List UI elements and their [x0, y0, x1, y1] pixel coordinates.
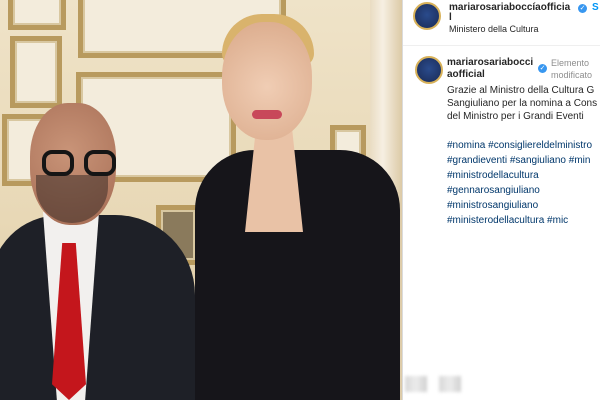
woman-lips [252, 110, 282, 119]
hashtag-line[interactable]: #ministrodellacultura [447, 168, 600, 183]
post-caption: Grazie al Ministro della Cultura G Sangi… [447, 85, 598, 122]
verified-badge-icon: ✓ [578, 4, 587, 13]
wall-frame-3 [10, 36, 62, 108]
wall-frame-1 [8, 0, 66, 30]
follow-button[interactable]: S [592, 2, 599, 13]
post-username-cont[interactable]: l [449, 12, 452, 23]
hashtag-line[interactable]: #ministrosangiuliano [447, 198, 600, 213]
hashtag-line[interactable]: #grandieventi #sangiuliano #min [447, 153, 600, 168]
woman-head [222, 22, 312, 140]
hashtag-line[interactable]: #gennarosangiuliano [447, 183, 600, 198]
profile-avatar[interactable] [413, 2, 441, 30]
man-suit [0, 215, 195, 400]
glasses [42, 150, 120, 178]
comment-avatar[interactable] [415, 56, 443, 84]
post-photo[interactable] [0, 0, 402, 400]
post-username[interactable]: mariarosariaboccíaofficia [449, 2, 570, 13]
hashtag-line[interactable]: #nomina #consigliereldelministro [447, 138, 600, 153]
comment-username[interactable]: mariarosariabocci aofficial [447, 57, 539, 81]
blurred-emoji-bar [405, 372, 465, 394]
edited-status: Elemento modificato [551, 58, 593, 80]
hashtag-list: #nomina #consigliereldelministro #grandi… [447, 138, 600, 228]
post-location[interactable]: Ministero della Cultura [449, 24, 539, 34]
post-side-panel: mariarosariaboccíaofficia l Ministero de… [402, 0, 600, 400]
verified-badge-icon: ✓ [538, 64, 547, 73]
post-header: mariarosariaboccíaofficia l Ministero de… [403, 0, 600, 46]
hashtag-line[interactable]: #ministerodellacultura #mic [447, 213, 600, 228]
